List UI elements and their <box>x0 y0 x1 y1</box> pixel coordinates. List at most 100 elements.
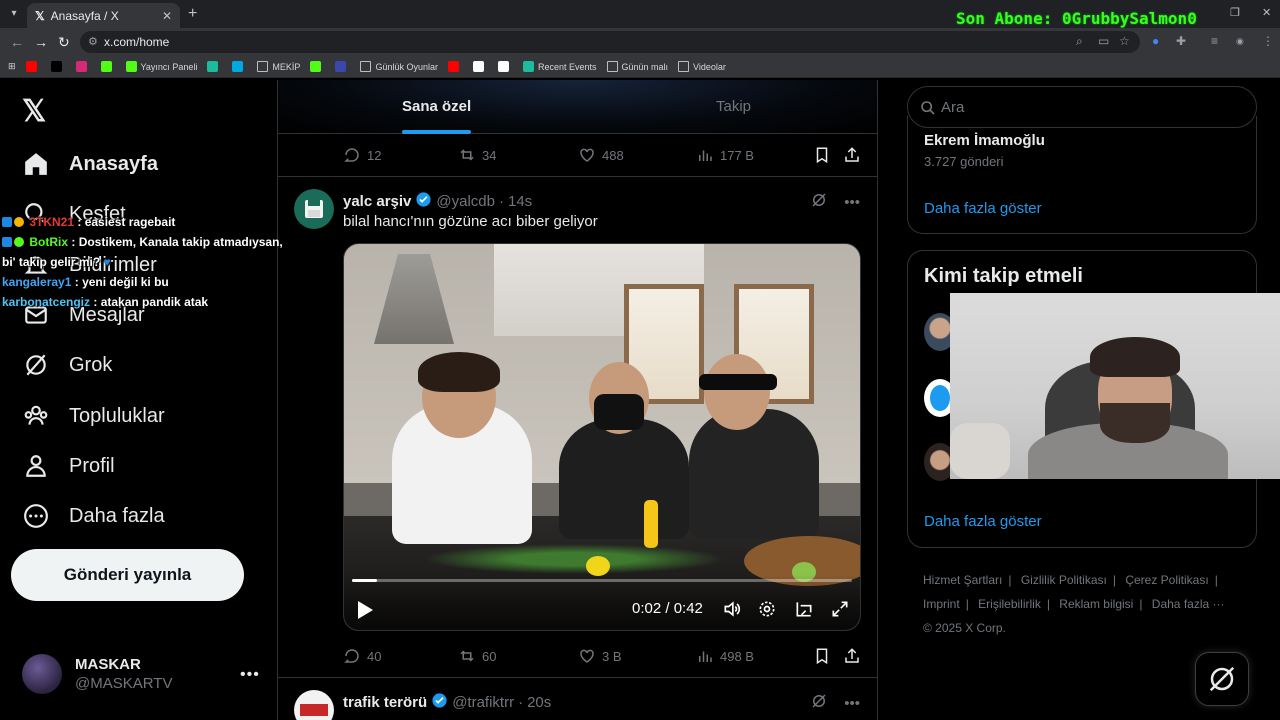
post-author-name[interactable]: yalc arşiv <box>343 193 411 210</box>
account-more-icon[interactable]: ••• <box>240 666 260 684</box>
post-author-handle[interactable]: @yalcdb <box>436 193 495 210</box>
x-home-logo-icon[interactable]: 𝕏 <box>22 94 46 129</box>
site-info-icon[interactable]: ⚙ <box>88 35 98 48</box>
close-window-icon[interactable]: ✕ <box>1262 6 1271 19</box>
browser-tab[interactable]: 𝕏 Anasayfa / X ✕ <box>27 3 180 28</box>
nav-grok-label: Grok <box>69 353 113 376</box>
dot-separator: · <box>499 193 504 210</box>
tab-for-you[interactable]: Sana özel <box>402 98 471 115</box>
repost-action[interactable]: 34 <box>458 146 496 164</box>
nav-communities[interactable]: Topluluklar <box>22 402 165 430</box>
footer-link[interactable]: Reklam bilgisi <box>1059 597 1133 611</box>
post-time[interactable]: 14s <box>508 193 532 210</box>
bookmark-item[interactable] <box>232 61 247 72</box>
reply-action[interactable]: 12 <box>343 146 381 164</box>
chat-text: : atakan pandik atak <box>93 295 209 309</box>
account-switcher[interactable]: MASKAR @MASKARTV <box>22 654 172 694</box>
grok-explain-icon[interactable] <box>810 191 828 213</box>
grok-explain-icon[interactable] <box>810 692 828 714</box>
avatar[interactable] <box>294 690 334 720</box>
reading-list-icon[interactable]: ≡ <box>1211 34 1218 48</box>
bookmark-item[interactable] <box>75 61 91 72</box>
like-count: 3 B <box>602 648 622 664</box>
url-field[interactable]: ⚙ x.com/home <box>80 31 1140 53</box>
tab-following[interactable]: Takip <box>716 98 751 115</box>
bookmark-item[interactable]: Videolar <box>678 61 726 72</box>
bookmark-item[interactable]: MEKİP <box>257 61 300 72</box>
grok-floating-button[interactable] <box>1195 652 1249 706</box>
post-time[interactable]: 20s <box>527 694 551 711</box>
views-action[interactable]: 177 B <box>696 146 754 164</box>
post-author-handle[interactable]: @trafiktrr <box>452 694 514 711</box>
bookmark-item[interactable] <box>497 61 513 72</box>
volume-icon[interactable] <box>722 599 742 624</box>
bookmark-item[interactable]: Günlük Oyunlar <box>360 61 438 72</box>
share-action[interactable] <box>843 146 867 164</box>
nav-profile[interactable]: Profil <box>22 452 115 480</box>
new-tab-icon[interactable]: + <box>188 5 197 23</box>
cast-icon[interactable]: ▭ <box>1098 34 1109 48</box>
extension-icon[interactable]: ● <box>1152 34 1159 48</box>
search-input[interactable]: Ara <box>907 86 1257 128</box>
more-circle-icon <box>22 502 50 530</box>
post-button[interactable]: Gönderi yayınla <box>11 549 244 601</box>
reply-action[interactable]: 40 <box>343 647 381 665</box>
bookmark-action[interactable] <box>813 647 837 665</box>
bookmark-item[interactable] <box>50 61 66 72</box>
bookmark-item[interactable]: Günün malı <box>606 61 668 72</box>
extensions-puzzle-icon[interactable]: ✚ <box>1176 34 1186 48</box>
nav-grok[interactable]: Grok <box>22 351 112 379</box>
restore-window-icon[interactable]: ❐ <box>1230 6 1240 19</box>
post[interactable]: trafik terörü @trafiktrr · 20s ••• <box>278 678 877 720</box>
post-more-icon[interactable]: ••• <box>844 194 860 211</box>
bookmark-item[interactable]: Recent Events <box>522 61 597 72</box>
like-action[interactable]: 3 B <box>578 647 622 665</box>
like-action[interactable]: 488 <box>578 146 624 164</box>
bookmark-item[interactable] <box>335 61 350 72</box>
show-more-link[interactable]: Daha fazla göster <box>924 513 1042 530</box>
bookmark-star-icon[interactable]: ☆ <box>1119 34 1130 48</box>
zoom-icon[interactable]: ⌕ <box>1076 34 1083 49</box>
forward-icon[interactable]: → <box>34 34 48 50</box>
video-player[interactable]: 0:02 / 0:42 <box>343 243 861 631</box>
apps-grid-icon[interactable]: ⊞ <box>8 61 16 72</box>
reload-icon[interactable]: ↻ <box>58 34 70 51</box>
footer-link[interactable]: Erişilebilirlik <box>978 597 1041 611</box>
footer-link[interactable]: Hizmet Şartları <box>923 573 1002 587</box>
picture-in-picture-icon[interactable] <box>794 599 814 624</box>
profile-avatar-icon[interactable]: ◉ <box>1236 36 1244 47</box>
footer-link[interactable]: Daha fazla ··· <box>1152 597 1225 611</box>
post-author-name[interactable]: trafik terörü <box>343 694 427 711</box>
bookmark-item[interactable]: Yayıncı Paneli <box>125 61 197 72</box>
footer-link[interactable]: Çerez Politikası <box>1125 573 1208 587</box>
video-progress-bar[interactable] <box>352 579 852 582</box>
play-icon[interactable] <box>356 600 374 625</box>
bookmark-item[interactable] <box>100 61 116 72</box>
bookmark-action[interactable] <box>813 146 837 164</box>
share-action[interactable] <box>843 647 867 665</box>
trend-name[interactable]: Ekrem İmamoğlu <box>924 132 1045 149</box>
bookmark-item[interactable] <box>25 61 41 72</box>
account-handle: @MASKARTV <box>75 675 173 692</box>
views-action[interactable]: 498 B <box>696 647 754 665</box>
nav-more[interactable]: Daha fazla <box>22 502 165 530</box>
trends-card: Ekrem İmamoğlu 3.727 gönderi Daha fazla … <box>907 116 1257 234</box>
post[interactable]: yalc arşiv @yalcdb · 14s ••• bilal hancı… <box>278 177 877 673</box>
back-icon[interactable]: ← <box>10 34 24 50</box>
post-more-icon[interactable]: ••• <box>844 695 860 712</box>
bookmark-item[interactable] <box>447 61 463 72</box>
footer-link[interactable]: Gizlilik Politikası <box>1021 573 1107 587</box>
tab-search-icon[interactable]: ▾ <box>6 6 22 22</box>
fullscreen-icon[interactable] <box>830 599 850 624</box>
repost-action[interactable]: 60 <box>458 647 496 665</box>
bookmark-item[interactable] <box>472 61 488 72</box>
main-timeline: Sana özel Takip 12 34 488 177 B yalc arş… <box>277 80 878 720</box>
bookmark-item[interactable] <box>310 61 325 72</box>
browser-menu-icon[interactable]: ⋮ <box>1262 34 1274 48</box>
settings-gear-icon[interactable] <box>757 599 777 624</box>
bookmark-item[interactable] <box>207 61 222 72</box>
footer-link[interactable]: Imprint <box>923 597 960 611</box>
show-more-link[interactable]: Daha fazla göster <box>924 200 1042 217</box>
nav-home[interactable]: Anasayfa <box>22 150 158 178</box>
tab-close-icon[interactable]: ✕ <box>162 9 172 23</box>
